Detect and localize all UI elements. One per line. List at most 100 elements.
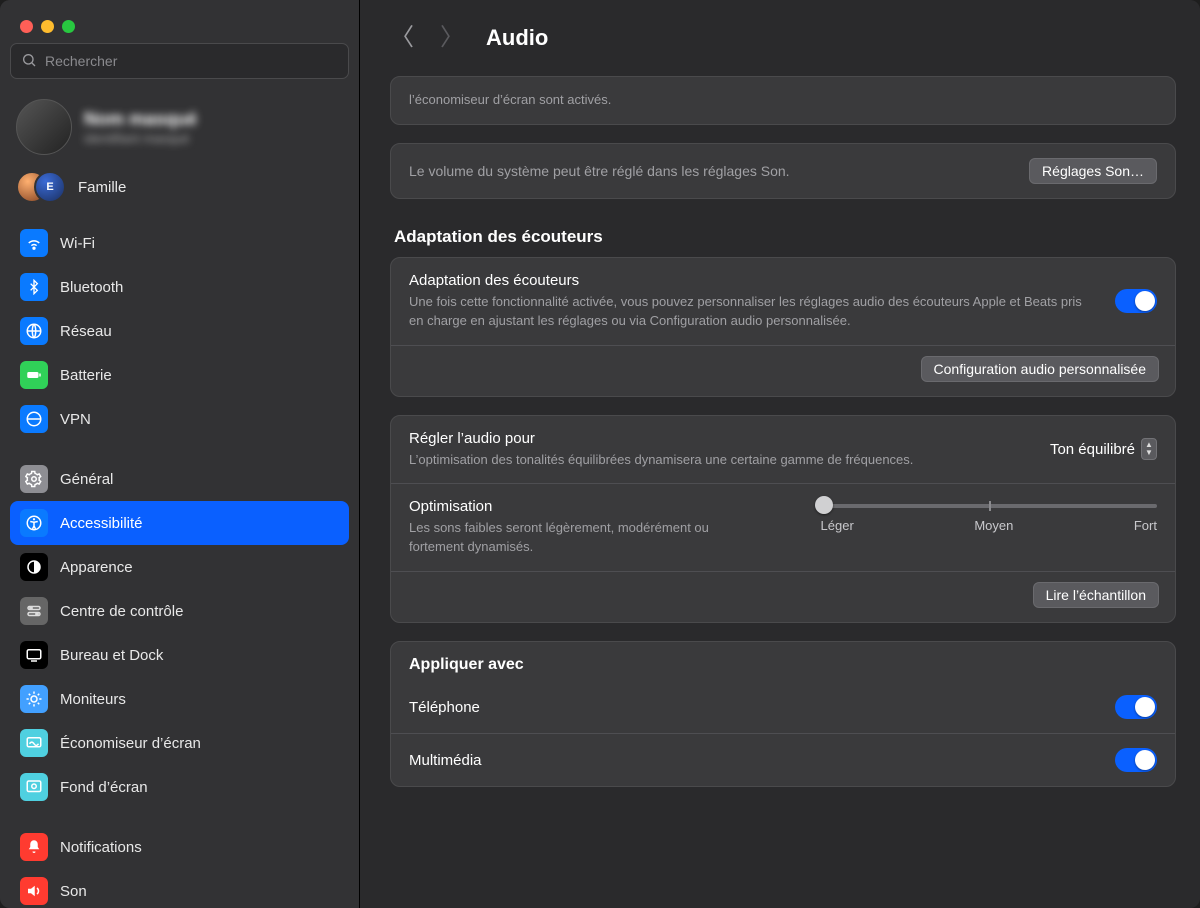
sidebar-item-label: Réseau bbox=[60, 323, 112, 340]
sidebar-item-screensaver[interactable]: Économiseur d’écran bbox=[10, 721, 349, 765]
accessibility-icon bbox=[20, 509, 48, 537]
slider-thumb[interactable] bbox=[815, 496, 833, 514]
apply-phone-toggle[interactable] bbox=[1115, 695, 1157, 719]
tune-value: Ton équilibré bbox=[1050, 441, 1135, 458]
sidebar-item-notifications[interactable]: Notifications bbox=[10, 825, 349, 869]
sidebar: Nom masqué identifiant masqué E Famille … bbox=[0, 0, 360, 908]
sidebar-item-wifi[interactable]: Wi-Fi bbox=[10, 221, 349, 265]
volume-text: Le volume du système peut être réglé dan… bbox=[409, 161, 790, 181]
sidebar-item-bluetooth[interactable]: Bluetooth bbox=[10, 265, 349, 309]
apply-media-toggle[interactable] bbox=[1115, 748, 1157, 772]
user-name: Nom masqué bbox=[84, 108, 197, 131]
optimization-row: Optimisation Les sons faibles seront lég… bbox=[391, 484, 1175, 571]
desktop-icon bbox=[20, 641, 48, 669]
apple-id-row[interactable]: Nom masqué identifiant masqué bbox=[0, 93, 359, 165]
sidebar-item-wallpaper[interactable]: Fond d’écran bbox=[10, 765, 349, 809]
window-controls bbox=[0, 6, 359, 43]
nav-forward-button[interactable]: 〉 bbox=[440, 26, 464, 50]
header: 〈 〉 Audio bbox=[360, 0, 1200, 76]
headphones-panel: Adaptation des écouteurs Une fois cette … bbox=[390, 257, 1176, 397]
optimization-desc: Les sons faibles seront légèrement, modé… bbox=[409, 519, 761, 557]
bell-icon bbox=[20, 833, 48, 861]
scroll-area[interactable]: l’économiseur d’écran sont activés. Le v… bbox=[360, 76, 1200, 908]
close-window-button[interactable] bbox=[20, 20, 33, 33]
slider-max-label: Fort bbox=[1134, 518, 1157, 533]
sidebar-item-displays[interactable]: Moniteurs bbox=[10, 677, 349, 721]
sidebar-item-desktop-dock[interactable]: Bureau et Dock bbox=[10, 633, 349, 677]
vpn-icon bbox=[20, 405, 48, 433]
apply-section-title: Appliquer avec bbox=[409, 656, 1157, 674]
bluetooth-icon bbox=[20, 273, 48, 301]
volume-panel: Le volume du système peut être réglé dan… bbox=[390, 143, 1176, 199]
tune-label: Régler l’audio pour bbox=[409, 430, 1030, 447]
minimize-window-button[interactable] bbox=[41, 20, 54, 33]
optimization-slider[interactable] bbox=[821, 504, 1157, 508]
displays-icon bbox=[20, 685, 48, 713]
sidebar-item-label: Notifications bbox=[60, 839, 142, 856]
sidebar-item-label: Moniteurs bbox=[60, 691, 126, 708]
sidebar-item-label: Économiseur d’écran bbox=[60, 735, 201, 752]
settings-window: Nom masqué identifiant masqué E Famille … bbox=[0, 0, 1200, 908]
sidebar-item-network[interactable]: Réseau bbox=[10, 309, 349, 353]
control-center-icon bbox=[20, 597, 48, 625]
avatar bbox=[16, 99, 72, 155]
play-sample-button[interactable]: Lire l’échantillon bbox=[1033, 582, 1159, 608]
main-content: 〈 〉 Audio l’économiseur d’écran sont act… bbox=[360, 0, 1200, 908]
sidebar-item-label: Son bbox=[60, 883, 87, 900]
sidebar-item-label: Batterie bbox=[60, 367, 112, 384]
sidebar-list: Wi-Fi Bluetooth Réseau Batterie bbox=[0, 221, 359, 908]
wallpaper-icon bbox=[20, 773, 48, 801]
sidebar-item-sound[interactable]: Son bbox=[10, 869, 349, 908]
user-text: Nom masqué identifiant masqué bbox=[84, 108, 197, 146]
family-label: Famille bbox=[78, 179, 126, 196]
sidebar-item-control-center[interactable]: Centre de contrôle bbox=[10, 589, 349, 633]
sidebar-item-label: VPN bbox=[60, 411, 91, 428]
nav-back-button[interactable]: 〈 bbox=[390, 26, 414, 50]
slider-min-label: Léger bbox=[821, 518, 854, 533]
apply-panel: Appliquer avec Téléphone Multimédia bbox=[390, 641, 1176, 787]
search-input[interactable] bbox=[45, 53, 338, 69]
sidebar-item-label: Centre de contrôle bbox=[60, 603, 183, 620]
sidebar-item-label: Bluetooth bbox=[60, 279, 123, 296]
prev-panel-note: l’économiseur d’écran sont activés. bbox=[409, 91, 1157, 110]
sidebar-item-accessibility[interactable]: Accessibilité bbox=[10, 501, 349, 545]
speaker-icon bbox=[20, 877, 48, 905]
sidebar-item-appearance[interactable]: Apparence bbox=[10, 545, 349, 589]
sound-settings-button[interactable]: Réglages Son… bbox=[1029, 158, 1157, 184]
custom-audio-setup-button[interactable]: Configuration audio personnalisée bbox=[921, 356, 1159, 382]
apply-media-label: Multimédia bbox=[409, 752, 482, 769]
sidebar-item-vpn[interactable]: VPN bbox=[10, 397, 349, 441]
sidebar-item-label: Bureau et Dock bbox=[60, 647, 163, 664]
sidebar-item-label: Général bbox=[60, 471, 113, 488]
battery-icon bbox=[20, 361, 48, 389]
slider-mid-label: Moyen bbox=[974, 518, 1013, 533]
search-field[interactable] bbox=[10, 43, 349, 79]
headphone-toggle[interactable] bbox=[1115, 289, 1157, 313]
wifi-icon bbox=[20, 229, 48, 257]
appearance-icon bbox=[20, 553, 48, 581]
user-sub: identifiant masqué bbox=[84, 131, 197, 146]
family-avatar-2: E bbox=[34, 171, 66, 203]
family-row[interactable]: E Famille bbox=[0, 165, 359, 221]
prev-panel: l’économiseur d’écran sont activés. bbox=[390, 76, 1176, 125]
apply-phone-label: Téléphone bbox=[409, 699, 480, 716]
chevron-up-down-icon: ▲▼ bbox=[1141, 438, 1157, 460]
section-title-headphones: Adaptation des écouteurs bbox=[390, 217, 1176, 257]
sidebar-item-general[interactable]: Général bbox=[10, 457, 349, 501]
tune-desc: L’optimisation des tonalités équilibrées… bbox=[409, 451, 1030, 470]
nav-arrows: 〈 〉 bbox=[390, 26, 464, 50]
headphone-toggle-desc: Une fois cette fonctionnalité activée, v… bbox=[409, 293, 1095, 331]
globe-icon bbox=[20, 317, 48, 345]
sidebar-item-label: Fond d’écran bbox=[60, 779, 148, 796]
sidebar-item-label: Apparence bbox=[60, 559, 133, 576]
page-title: Audio bbox=[486, 25, 548, 51]
sidebar-item-battery[interactable]: Batterie bbox=[10, 353, 349, 397]
tune-select[interactable]: Ton équilibré ▲▼ bbox=[1050, 438, 1157, 460]
optimization-label: Optimisation bbox=[409, 498, 761, 515]
gear-icon bbox=[20, 465, 48, 493]
tune-panel: Régler l’audio pour L’optimisation des t… bbox=[390, 415, 1176, 624]
slider-tick-mid bbox=[989, 501, 991, 511]
zoom-window-button[interactable] bbox=[62, 20, 75, 33]
sidebar-item-label: Wi-Fi bbox=[60, 235, 95, 252]
search-icon bbox=[21, 52, 45, 71]
